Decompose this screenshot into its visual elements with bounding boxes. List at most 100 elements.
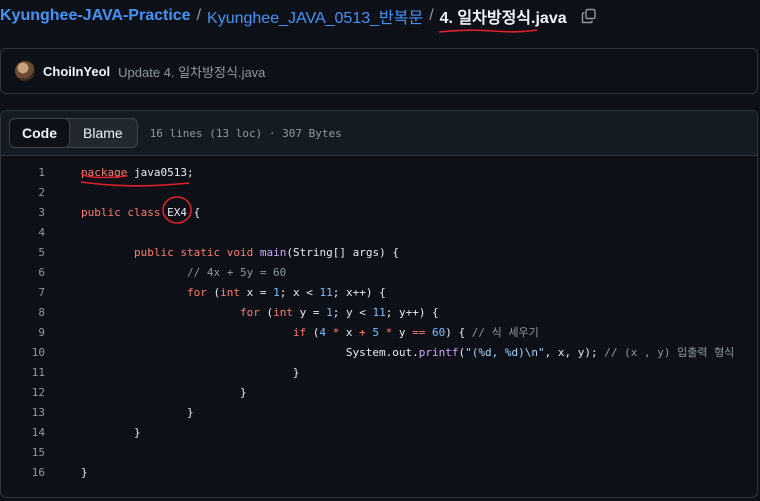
line-number[interactable]: 10 <box>1 343 45 363</box>
code-token: java0513; <box>127 166 194 179</box>
code-token: ( <box>306 326 320 339</box>
code-line: 1 package java0513; <box>1 163 757 183</box>
code-token: ( <box>206 286 221 299</box>
code-line: 9 if (4 * x + 5 * y == 60) { // 식 세우기 <box>1 323 757 343</box>
code-text: // 4x + 5y = 60 <box>45 263 286 283</box>
line-number[interactable]: 2 <box>1 183 45 203</box>
breadcrumb-repo-link[interactable]: Kyunghee-JAVA-Practice <box>0 7 191 25</box>
code-token: 11 <box>372 306 386 319</box>
code-line: 5 public static void main(String[] args)… <box>1 243 757 263</box>
line-number[interactable]: 15 <box>1 443 45 463</box>
line-number[interactable]: 6 <box>1 263 45 283</box>
code-token: printf <box>418 346 459 359</box>
breadcrumb-folder-link[interactable]: Kyunghee_JAVA_0513_반복문 <box>207 4 423 28</box>
line-number[interactable]: 8 <box>1 303 45 323</box>
avatar[interactable] <box>15 61 35 81</box>
code-token: ) { <box>445 326 472 339</box>
line-number[interactable]: 4 <box>1 223 45 243</box>
file-name: 4. 일차방정식.java <box>439 10 567 27</box>
breadcrumb-separator: / <box>196 7 202 24</box>
code-text: } <box>45 463 88 483</box>
commit-message-link[interactable]: Update 4. 일차방정식.java <box>118 62 265 81</box>
code-text: for (int x = 1; x < 11; x++) { <box>45 283 386 303</box>
line-number[interactable]: 9 <box>1 323 45 343</box>
code-token: main <box>259 246 287 259</box>
breadcrumb-current-file: 4. 일차방정식.java <box>438 4 567 33</box>
code-line: 15 <box>1 443 757 463</box>
code-token: 11 <box>319 286 333 299</box>
line-number[interactable]: 3 <box>1 203 45 223</box>
line-number[interactable]: 13 <box>1 403 45 423</box>
code-token: void <box>226 246 254 259</box>
code-line: 12 } <box>1 383 757 403</box>
code-token: , x, y); <box>544 346 605 359</box>
line-number[interactable]: 5 <box>1 243 45 263</box>
code-token: ; y < <box>332 306 373 319</box>
code-line: 3 public class EX4 { <box>1 203 757 223</box>
code-token: } <box>81 386 247 399</box>
code-token: public <box>133 246 174 259</box>
breadcrumb-separator: / <box>429 7 434 24</box>
line-number[interactable]: 1 <box>1 163 45 183</box>
code-token: // (x , y) 입출력 형식 <box>604 346 735 359</box>
code-line: 13 } <box>1 403 757 423</box>
code-view: 1 package java0513; 2 3 public class EX4 {4 5… <box>1 156 757 483</box>
latest-commit-bar: ChoiInYeol Update 4. 일차방정식.java <box>0 48 758 94</box>
code-token: ; x++) { <box>332 286 386 299</box>
code-line: 11 } <box>1 363 757 383</box>
code-token: static <box>180 246 221 259</box>
code-token: System.out. <box>81 346 419 359</box>
code-token: ; x < <box>279 286 320 299</box>
code-token: 60 <box>432 326 446 339</box>
code-token: + <box>359 326 366 339</box>
code-text: } <box>45 383 247 403</box>
file-viewer: Code Blame 16 lines (13 loc) · 307 Bytes… <box>0 110 758 498</box>
file-header: Code Blame 16 lines (13 loc) · 307 Bytes <box>1 111 757 156</box>
code-line: 7 for (int x = 1; x < 11; x++) { <box>1 283 757 303</box>
code-token: "(%d, %d)\n" <box>465 346 545 359</box>
code-token: } <box>81 406 194 419</box>
code-line: 14 } <box>1 423 757 443</box>
line-number[interactable]: 11 <box>1 363 45 383</box>
code-token: // 식 세우기 <box>471 326 539 339</box>
copy-path-icon[interactable] <box>581 8 597 24</box>
code-token: ( <box>259 306 274 319</box>
code-token: x <box>339 326 360 339</box>
code-token: class <box>127 206 161 219</box>
code-text: public class EX4 { <box>45 203 200 223</box>
code-text: public static void main(String[] args) { <box>45 243 399 263</box>
line-number[interactable]: 7 <box>1 283 45 303</box>
code-text: for (int y = 1; y < 11; y++) { <box>45 303 439 323</box>
code-token: (String[] args) { <box>286 246 399 259</box>
code-token: int <box>273 306 293 319</box>
code-text: if (4 * x + 5 * y == 60) { // 식 세우기 <box>45 323 539 343</box>
line-number[interactable]: 12 <box>1 383 45 403</box>
file-meta: 16 lines (13 loc) · 307 Bytes <box>149 126 342 140</box>
line-number[interactable]: 14 <box>1 423 45 443</box>
code-line: 6 // 4x + 5y = 60 <box>1 263 757 283</box>
tab-code[interactable]: Code <box>9 119 70 147</box>
code-text: System.out.printf("(%d, %d)\n", x, y); /… <box>45 343 734 363</box>
code-token: if <box>292 326 307 339</box>
code-token: x = <box>239 286 274 299</box>
line-number[interactable]: 16 <box>1 463 45 483</box>
code-text: } <box>45 423 141 443</box>
code-token: } <box>81 426 141 439</box>
code-token: public <box>81 206 121 219</box>
tab-blame[interactable]: Blame <box>69 119 137 147</box>
code-token: EX4 { <box>160 206 201 219</box>
code-text: } <box>45 363 300 383</box>
commit-author-link[interactable]: ChoiInYeol <box>43 64 110 79</box>
code-token: } <box>81 466 88 479</box>
code-token: ; y++) { <box>385 306 439 319</box>
code-text: package java0513; <box>45 163 194 183</box>
